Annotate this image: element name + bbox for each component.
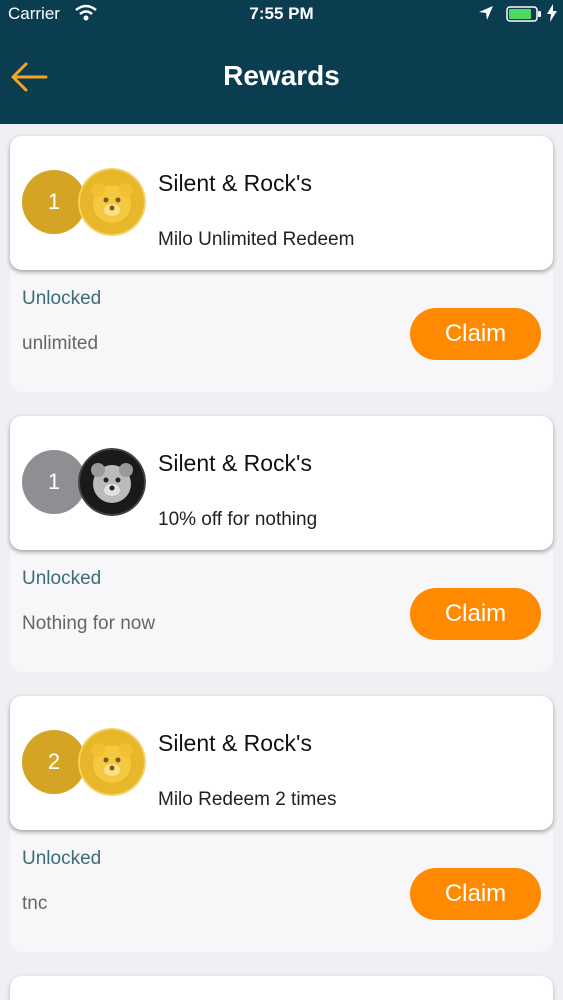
merchant-name: Silent & Rock's [158, 450, 312, 476]
status-label: Unlocked [22, 848, 102, 869]
reward-card-header[interactable]: 1 Silent & Rock's 10% off for nothing [10, 416, 553, 550]
reward-title: Milo Redeem 2 times [158, 789, 337, 810]
merchant-name: Silent & Rock's [158, 170, 312, 196]
location-arrow-icon [479, 6, 493, 20]
redeem-count-badge: 2 [22, 730, 86, 794]
bear-avatar-icon [78, 168, 146, 236]
reward-terms: tnc [22, 893, 48, 914]
charging-icon [547, 4, 557, 22]
merchant-name: Silent & Rock's [158, 730, 312, 756]
reward-card-details: Unlocked Nothing for now Claim [10, 550, 553, 672]
redeem-count-badge: 1 [22, 170, 86, 234]
reward-card-header[interactable]: 2 Silent & Rock's Milo Redeem 2 times [10, 696, 553, 830]
claim-button[interactable]: Claim [410, 868, 541, 920]
claim-button[interactable]: Claim [410, 308, 541, 360]
bear-avatar-icon [78, 448, 146, 516]
reward-terms: Nothing for now [22, 613, 156, 634]
reward-card-details: Unlocked tnc Claim [10, 830, 553, 952]
redeem-count-badge: 1 [22, 450, 86, 514]
claim-button[interactable]: Claim [410, 588, 541, 640]
reward-title: Milo Unlimited Redeem [158, 229, 355, 250]
bear-avatar-icon [78, 728, 146, 796]
page-title: Rewards [223, 60, 340, 91]
reward-card-details: Unlocked unlimited Claim [10, 270, 553, 392]
status-label: Unlocked [22, 568, 102, 589]
status-label: Unlocked [22, 288, 102, 309]
reward-card-header[interactable]: 1 Silent & Rock's Milo Unlimited Redeem [10, 136, 553, 270]
reward-card-partial[interactable] [10, 976, 553, 1000]
status-bar: Carrier 7:55 PM [0, 0, 563, 28]
reward-title: 10% off for nothing [158, 509, 318, 530]
battery-icon [506, 6, 541, 22]
reward-terms: unlimited [22, 333, 99, 354]
app-header: Carrier 7:55 PM Rewards [0, 0, 563, 124]
